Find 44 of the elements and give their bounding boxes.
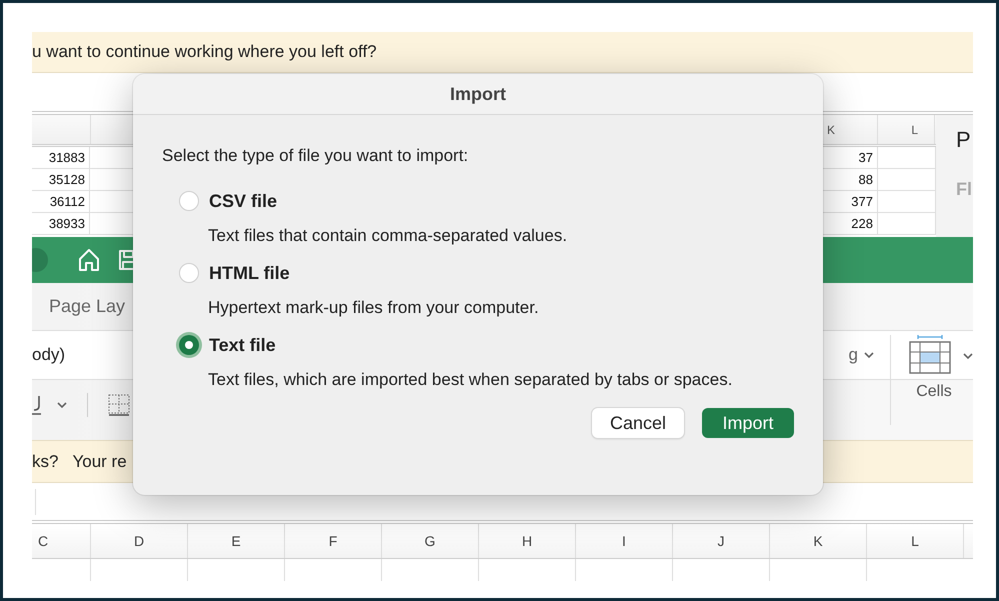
notification-text: ks? (32, 452, 58, 472)
font-field[interactable]: ody) (32, 345, 66, 365)
radio-button[interactable] (179, 191, 199, 211)
style-label[interactable]: g (848, 345, 858, 365)
column-header[interactable]: G (381, 524, 478, 558)
radio-button[interactable] (179, 263, 199, 283)
column-header[interactable]: I (575, 524, 672, 558)
column-header[interactable]: D (90, 524, 187, 558)
notification-text: u want to continue working where you left off? (32, 42, 377, 62)
option-description: Text files, which are imported best when separated by tabs or spaces. (208, 369, 734, 391)
prompt-text: Select the type of file you want to import: (162, 146, 470, 166)
column-header[interactable]: C (32, 524, 90, 558)
chevron-icon[interactable] (57, 402, 67, 408)
option-label[interactable]: HTML file (209, 262, 290, 284)
option-description: Hypertext mark-up files from your computer. (208, 297, 540, 319)
option-label[interactable]: Text file (209, 334, 276, 356)
ribbon-tab[interactable]: Page Lay (49, 296, 126, 317)
chevron-icon[interactable] (963, 352, 973, 360)
column-header: L (878, 115, 935, 144)
home-icon[interactable] (78, 248, 100, 272)
notification-text: Your re (72, 452, 127, 472)
dialog-title: Import (133, 74, 823, 115)
column-header[interactable]: F (284, 524, 381, 558)
chevron-icon[interactable] (864, 352, 874, 358)
borders-icon[interactable] (108, 394, 130, 416)
table-cell: 36112 (32, 191, 90, 212)
table-cell: 35128 (32, 169, 90, 190)
column-header[interactable]: J (672, 524, 769, 558)
table-cell: 38933 (32, 213, 90, 234)
group-label: Cells (916, 383, 952, 401)
panel-label: Fl (956, 179, 973, 200)
table-cell: 31883 (32, 147, 90, 168)
column-header[interactable]: K (769, 524, 866, 558)
radio-button[interactable] (179, 335, 199, 355)
underline-icon[interactable] (32, 395, 41, 415)
panel-title: P (956, 127, 972, 153)
option-description: Text files that contain comma-separated values. (208, 225, 568, 247)
cells-icon[interactable] (909, 335, 953, 377)
cancel-button[interactable]: Cancel (592, 408, 684, 438)
import-button[interactable]: Import (702, 408, 794, 438)
column-header[interactable]: L (866, 524, 963, 558)
option-label[interactable]: CSV file (209, 190, 278, 212)
column-header[interactable]: H (478, 524, 575, 558)
column-header[interactable]: E (187, 524, 284, 558)
